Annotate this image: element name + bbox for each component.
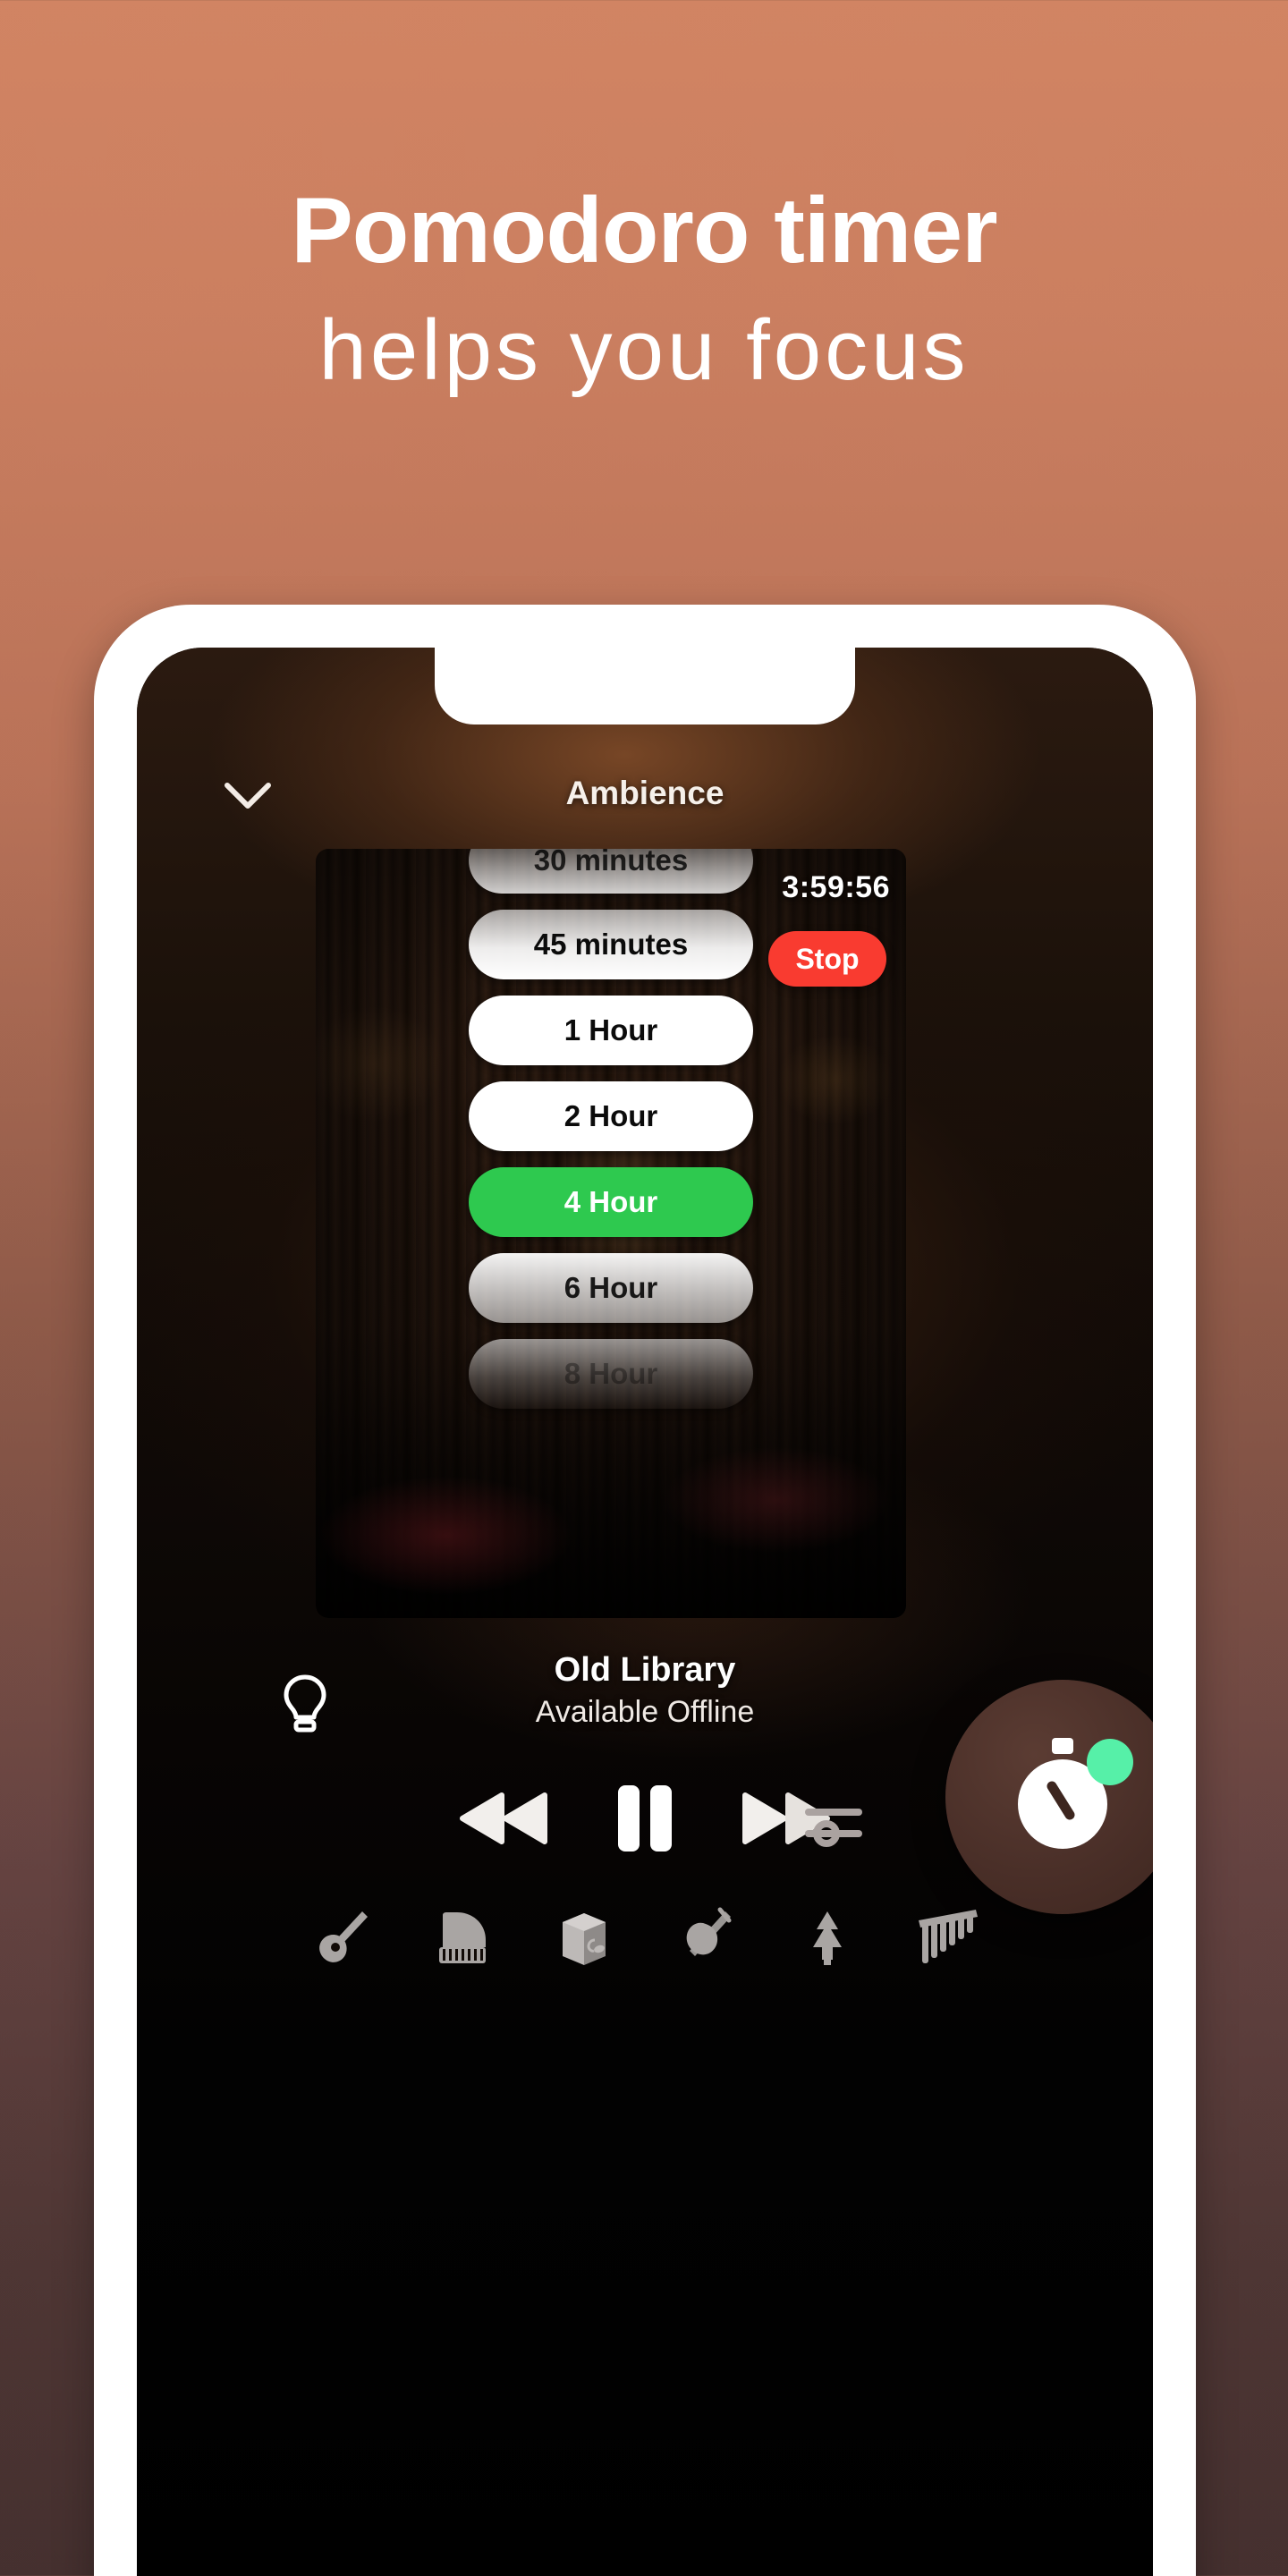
headline-secondary: helps you focus [318,302,970,399]
equalizer-icon [803,1809,880,1853]
phone-screen: Ambience 30 minutes 45 minutes 1 Hour 2 … [137,648,1153,2576]
timer-option-chip-selected[interactable]: 4 Hour [469,1167,753,1237]
timer-option-chip[interactable]: 45 minutes [469,910,753,979]
timer-option-chip[interactable]: 6 Hour [469,1253,753,1323]
page-title: Ambience [565,775,724,811]
violin-icon [674,1906,738,1975]
app-top-bar: Ambience [137,762,1153,834]
timer-option-chip[interactable]: 8 Hour [469,1339,753,1409]
timer-option-chip[interactable]: 2 Hour [469,1081,753,1151]
phone-notch [435,648,855,724]
instrument-category-row [137,1891,1153,1989]
music-box-icon [552,1906,616,1975]
instrument-pan-flute-button[interactable] [912,1903,986,1977]
instrument-guitar-button[interactable] [304,1903,377,1977]
timer-option-chip[interactable]: 1 Hour [469,996,753,1065]
pause-icon [613,1782,677,1860]
instrument-violin-button[interactable] [669,1903,742,1977]
timer-duration-panel[interactable]: 30 minutes 45 minutes 1 Hour 2 Hour 4 Ho… [316,849,906,1618]
promo-headline: Pomodoro timer helps you focus [0,179,1288,402]
timer-option-chip[interactable]: 30 minutes [469,849,753,894]
rewind-button[interactable] [455,1790,552,1852]
lightbulb-icon [280,1673,330,1735]
instrument-music-box-button[interactable] [547,1903,621,1977]
equalizer-button[interactable] [803,1798,880,1854]
pine-tree-icon [801,1906,854,1975]
active-dot-icon [1087,1739,1133,1785]
instrument-nature-button[interactable] [791,1903,864,1977]
stop-button[interactable]: Stop [768,931,886,987]
guitar-icon [309,1906,373,1975]
phone-mockup: Ambience 30 minutes 45 minutes 1 Hour 2 … [94,605,1196,2576]
pause-button[interactable] [613,1782,677,1860]
rewind-icon [455,1790,552,1852]
timer-remaining: 3:59:56 [782,870,890,904]
instrument-piano-button[interactable] [426,1903,499,1977]
pan-flute-icon [915,1906,983,1975]
piano-icon [430,1906,495,1975]
headline-primary: Pomodoro timer [291,179,997,283]
